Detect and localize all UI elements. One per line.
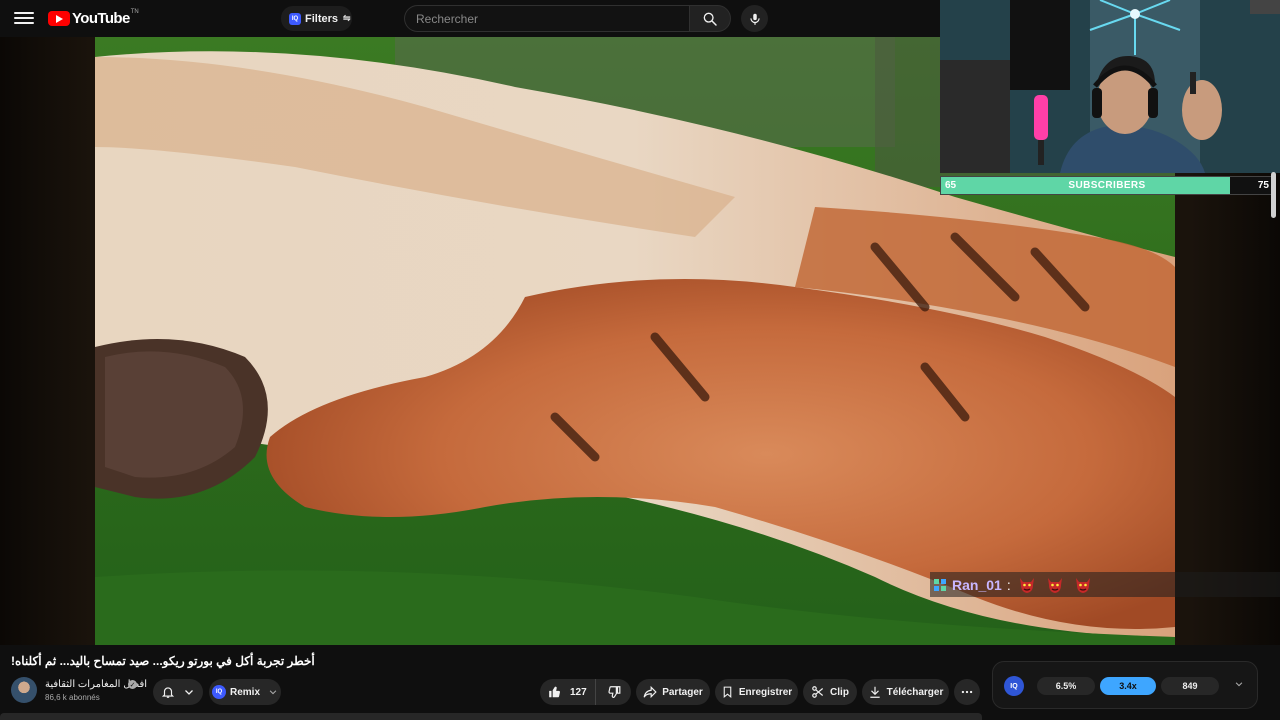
red-demon-emote bbox=[1047, 577, 1062, 593]
download-icon bbox=[869, 686, 880, 698]
red-demon-emote bbox=[1075, 577, 1090, 593]
iq-stats-panel: IQ 6.5% 3.4x 849 bbox=[992, 661, 1258, 709]
iq-remix-icon: IQ bbox=[211, 685, 226, 699]
red-demon-emote bbox=[1019, 577, 1034, 593]
verified-badge-icon: ✓ bbox=[128, 680, 137, 689]
save-label: Enregistrer bbox=[738, 686, 793, 698]
remix-button[interactable]: IQ Remix bbox=[209, 679, 281, 705]
clip-label: Clip bbox=[830, 686, 849, 698]
chat-emotes bbox=[1017, 575, 1101, 595]
save-button[interactable]: Enregistrer bbox=[715, 679, 798, 705]
subscriber-goal-end: 75 bbox=[1257, 180, 1269, 191]
chevron-down-icon bbox=[269, 690, 277, 695]
search-icon bbox=[703, 12, 717, 26]
sliders-icon: ⇋ bbox=[343, 13, 351, 23]
microphone-icon bbox=[749, 13, 760, 25]
voice-search-button[interactable] bbox=[741, 5, 768, 32]
scrollbar-thumb[interactable] bbox=[1271, 172, 1276, 218]
scissors-icon bbox=[812, 686, 824, 698]
clip-button[interactable]: Clip bbox=[803, 679, 857, 705]
youtube-logo[interactable]: YouTube TN bbox=[48, 8, 139, 27]
bell-icon bbox=[161, 687, 175, 698]
iq-stat-multiplier[interactable]: 3.4x bbox=[1100, 677, 1156, 695]
hamburger-menu-icon[interactable] bbox=[14, 9, 34, 27]
bookmark-icon bbox=[723, 686, 732, 699]
iq-extension-icon: IQ bbox=[289, 12, 301, 25]
share-label: Partager bbox=[662, 686, 703, 698]
logo-text: YouTube bbox=[72, 10, 130, 27]
download-label: Télécharger bbox=[886, 686, 944, 698]
logo-country-code: TN bbox=[130, 8, 139, 15]
chevron-down-icon[interactable] bbox=[1234, 679, 1244, 689]
dislike-button[interactable] bbox=[596, 679, 631, 705]
iq-logo-icon[interactable]: IQ bbox=[1004, 676, 1024, 696]
youtube-play-icon bbox=[48, 11, 70, 26]
share-icon bbox=[643, 685, 657, 699]
chat-message: Ran_01 : bbox=[930, 572, 1280, 597]
share-button[interactable]: Partager bbox=[636, 679, 710, 705]
remix-label: Remix bbox=[229, 686, 260, 698]
chat-separator: : bbox=[1006, 576, 1011, 593]
description-box-edge[interactable] bbox=[0, 713, 982, 720]
webcam-overlay bbox=[940, 0, 1280, 173]
subscriber-goal-label: SUBSCRIBERS bbox=[1068, 180, 1146, 191]
more-horizontal-icon bbox=[961, 690, 973, 694]
like-button[interactable]: 127 bbox=[540, 679, 596, 705]
like-count: 127 bbox=[570, 686, 587, 698]
masthead: YouTube TN IQ Filters ⇋ bbox=[0, 0, 940, 37]
thumbs-up-icon bbox=[549, 686, 560, 698]
subscriber-count: 86,6 k abonnés bbox=[45, 693, 100, 702]
download-button[interactable]: Télécharger bbox=[862, 679, 949, 705]
channel-avatar[interactable] bbox=[11, 677, 37, 703]
search-input[interactable] bbox=[405, 6, 690, 31]
iq-stat-count[interactable]: 849 bbox=[1161, 677, 1219, 695]
chat-username: Ran_01 bbox=[952, 576, 1002, 593]
more-actions-button[interactable] bbox=[954, 679, 980, 705]
like-dislike-group: 127 bbox=[540, 679, 631, 705]
video-title: أخطر تجربة أكل في بورتو ريكو... صيد تمسا… bbox=[11, 654, 315, 668]
chat-badge-icon bbox=[934, 578, 946, 591]
search-button[interactable] bbox=[689, 5, 731, 32]
search-box bbox=[404, 5, 690, 32]
subscriber-goal-bar: 65 SUBSCRIBERS 75 bbox=[940, 176, 1274, 195]
thumbs-down-icon bbox=[607, 686, 620, 698]
iq-stat-percentage[interactable]: 6.5% bbox=[1037, 677, 1095, 695]
chevron-down-icon bbox=[185, 690, 193, 695]
filters-label: Filters bbox=[305, 12, 339, 25]
notification-bell-button[interactable] bbox=[153, 679, 203, 705]
filters-button[interactable]: IQ Filters ⇋ bbox=[281, 6, 352, 31]
streamer-webcam bbox=[940, 0, 1280, 173]
